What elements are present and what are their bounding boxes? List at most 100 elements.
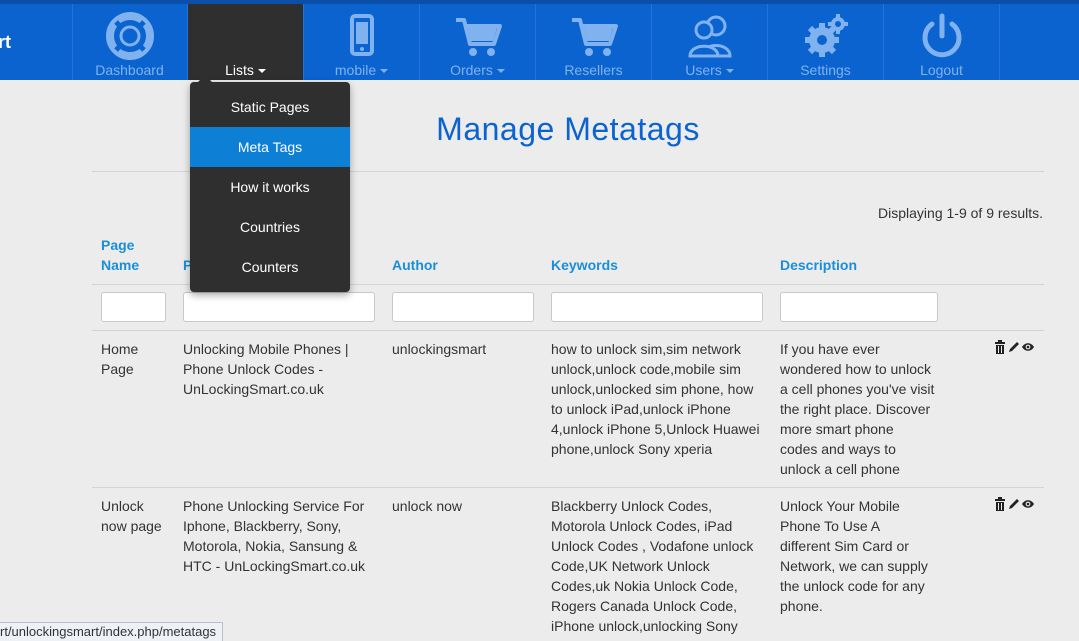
chevron-down-icon <box>380 69 389 74</box>
top-navbar: rt Dashboard Lists mobile Orders Reselle… <box>0 0 1079 80</box>
cell-line: 4,unlock iPhone 5,Unlock Huawei <box>551 421 760 437</box>
nav-orders-label-wrap: Orders <box>420 62 535 78</box>
cell-line: Unlock Your Mobile <box>780 498 900 514</box>
cell-line: Network, we can supply <box>780 558 928 574</box>
chevron-down-icon <box>725 69 734 74</box>
cell-line: Phone Unlocking Service For <box>183 498 365 514</box>
trash-icon[interactable] <box>994 497 1006 511</box>
browser-status-url: rt/unlockingsmart/index.php/metatags <box>0 622 224 641</box>
nav-users-label-wrap: Users <box>652 62 767 78</box>
cell-line: iPhone unlock,unlocking Sony <box>551 618 738 634</box>
cell-line: Codes,uk Nokia Unlock Code, <box>551 578 738 594</box>
nav-resellers-label: Resellers <box>564 62 623 78</box>
nav-users[interactable]: Users <box>652 4 768 80</box>
brand-text: rt <box>0 32 11 52</box>
cell-author: unlock now <box>392 496 462 516</box>
cell-title: Phone Unlocking Service For Iphone, Blac… <box>183 496 365 576</box>
cell-line: Motorola, Nokia, Sansung & <box>183 538 358 554</box>
lists-dropdown-menu: Static Pages Meta Tags How it works Coun… <box>190 75 350 292</box>
power-icon <box>922 13 961 58</box>
cell-line: Blackberry Unlock Codes, <box>551 498 713 514</box>
nav-settings[interactable]: Settings <box>768 4 884 80</box>
column-header-description[interactable]: Description <box>780 255 857 275</box>
menu-item-counters[interactable]: Counters <box>190 247 350 287</box>
cell-description: If you have ever wondered how to unlock … <box>780 339 934 479</box>
cell-page-name: Home Page <box>101 339 138 379</box>
cart-icon <box>571 18 618 56</box>
cell-line: phone. <box>780 598 823 614</box>
filter-author-input[interactable] <box>392 292 534 322</box>
chevron-down-icon <box>257 69 266 74</box>
menu-item-countries[interactable]: Countries <box>190 207 350 247</box>
cell-line: Home <box>101 341 139 357</box>
nav-lists[interactable]: Lists <box>188 4 304 80</box>
cell-line: Unlock Codes , Vodafone unlock <box>551 538 754 554</box>
cell-line: the right place. Discover <box>780 401 931 417</box>
cell-line: the unlock code for any <box>780 578 925 594</box>
cell-line: unlock,unlock code,mobile sim <box>551 361 741 377</box>
nav-dashboard-label: Dashboard <box>95 62 164 78</box>
nav-mobile[interactable]: mobile <box>304 4 420 80</box>
cell-line: Motorola Unlock Codes, iPad <box>551 518 733 534</box>
filter-description-input[interactable] <box>780 292 938 322</box>
main-nav: Dashboard Lists mobile Orders Resellers … <box>72 4 1000 80</box>
nav-users-label: Users <box>685 62 722 78</box>
nav-orders-label: Orders <box>450 62 493 78</box>
nav-mobile-label-wrap: mobile <box>304 62 419 78</box>
eye-icon[interactable] <box>1021 497 1035 511</box>
cell-line: UnLockingSmart.co.uk <box>183 381 324 397</box>
cell-line: wondered how to unlock <box>780 361 931 377</box>
cell-keywords: how to unlock sim,sim network unlock,unl… <box>551 339 760 459</box>
filter-page-name-input[interactable] <box>101 292 166 322</box>
cell-line: unlock,unlocked sim phone, how <box>551 381 754 397</box>
column-header-author[interactable]: Author <box>392 255 438 275</box>
cell-line: Rogers Canada Unlock Code, <box>551 598 737 614</box>
cell-keywords: Blackberry Unlock Codes, Motorola Unlock… <box>551 496 753 636</box>
users-icon <box>687 15 732 58</box>
cell-title: Unlocking Mobile Phones | Phone Unlock C… <box>183 339 349 399</box>
row-actions <box>994 340 1035 354</box>
column-header-page-name[interactable]: Page Name <box>101 235 139 275</box>
cell-line: now page <box>101 518 162 534</box>
cell-line: unlockingsmart <box>392 341 487 357</box>
nav-logout-label: Logout <box>920 62 963 78</box>
eye-icon[interactable] <box>1021 340 1035 354</box>
brand-logo[interactable]: rt <box>0 4 73 80</box>
trash-icon[interactable] <box>994 340 1006 354</box>
cell-line: a cell phones you've visit <box>780 381 935 397</box>
cell-line: Iphone, Blackberry, Sony, <box>183 518 342 534</box>
cell-line: more smart phone <box>780 421 894 437</box>
divider <box>92 487 1044 488</box>
filter-keywords-input[interactable] <box>551 292 763 322</box>
cell-line: If you have ever <box>780 341 880 357</box>
nav-mobile-label: mobile <box>334 62 377 78</box>
nav-lists-label: Lists <box>225 62 254 78</box>
cell-line: Phone Unlock Codes - <box>183 361 324 377</box>
divider <box>92 330 1044 331</box>
column-header-keywords[interactable]: Keywords <box>551 255 618 275</box>
mobile-phone-icon <box>349 14 374 56</box>
cell-line: to unlock iPad,unlock iPhone <box>551 401 731 417</box>
cell-page-name: Unlock now page <box>101 496 162 536</box>
cell-description: Unlock Your Mobile Phone To Use A differ… <box>780 496 928 616</box>
pencil-icon[interactable] <box>1007 497 1020 511</box>
pencil-icon[interactable] <box>1007 340 1020 354</box>
nav-resellers[interactable]: Resellers <box>536 4 652 80</box>
menu-item-meta-tags[interactable]: Meta Tags <box>190 127 350 167</box>
cell-line: unlock a cell phone <box>780 461 900 477</box>
nav-logout[interactable]: Logout <box>884 4 1000 80</box>
chevron-down-icon <box>496 69 505 74</box>
cell-line: Unlocking Mobile Phones | <box>183 341 349 357</box>
menu-item-static-pages[interactable]: Static Pages <box>190 87 350 127</box>
results-summary: Displaying 1-9 of 9 results. <box>878 205 1043 221</box>
cell-line: unlock now <box>392 498 463 514</box>
nav-dashboard[interactable]: Dashboard <box>72 4 188 80</box>
cell-line: codes and ways to <box>780 441 896 457</box>
column-header-page-name-line2: Name <box>101 257 140 273</box>
cell-line: Page <box>101 361 134 377</box>
cell-line: Code,UK Network Unlock <box>551 558 710 574</box>
menu-item-how-it-works[interactable]: How it works <box>190 167 350 207</box>
nav-orders[interactable]: Orders <box>420 4 536 80</box>
nav-settings-label: Settings <box>800 62 851 78</box>
filter-title-input[interactable] <box>183 292 375 322</box>
